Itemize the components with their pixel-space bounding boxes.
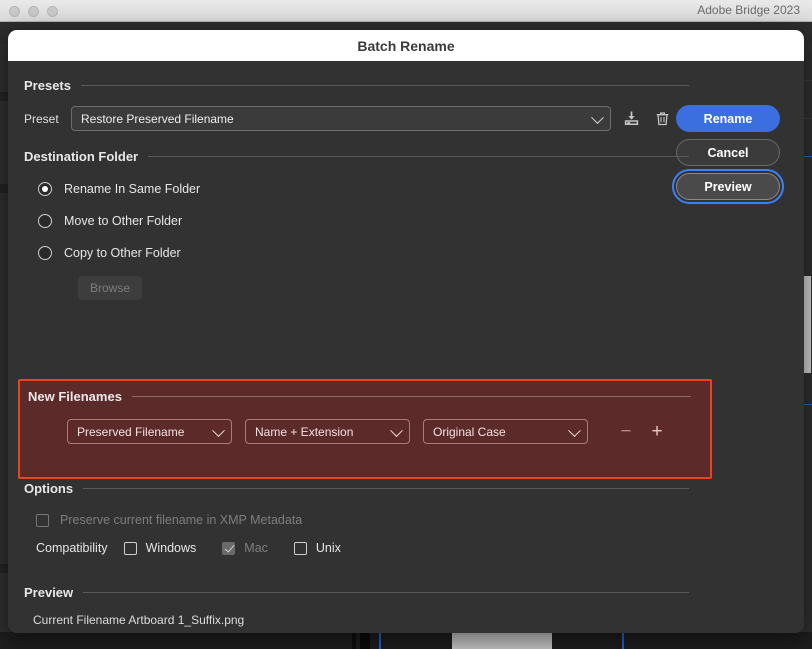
presets-heading: Presets bbox=[24, 78, 689, 93]
destination-heading: Destination Folder bbox=[24, 149, 689, 164]
compatibility-mac[interactable]: Mac bbox=[222, 541, 268, 555]
remove-token-button[interactable]: − bbox=[617, 422, 635, 441]
background-left-rail bbox=[0, 44, 8, 632]
background-left-tick bbox=[0, 564, 8, 573]
filename-token-type-select[interactable]: Preserved Filename bbox=[67, 419, 232, 444]
compatibility-unix[interactable]: Unix bbox=[293, 541, 341, 555]
filename-token-case-value: Original Case bbox=[433, 424, 506, 439]
minimize-icon[interactable] bbox=[28, 6, 39, 17]
options-heading-label: Options bbox=[24, 481, 74, 496]
os-window: Adobe Bridge 2023 Batch Rename Presets P… bbox=[0, 0, 812, 649]
preset-row: Preset Restore Preserved Filename bbox=[24, 106, 689, 131]
filmstrip-divider bbox=[352, 632, 356, 649]
os-titlebar: Adobe Bridge 2023 bbox=[0, 0, 812, 22]
preset-select-value: Restore Preserved Filename bbox=[81, 111, 234, 126]
chevron-down-icon bbox=[591, 110, 604, 124]
section-rule bbox=[80, 85, 689, 86]
maximize-icon[interactable] bbox=[47, 6, 58, 17]
background-left-tick bbox=[0, 92, 8, 101]
traffic-lights bbox=[9, 6, 58, 17]
filename-token-case-select[interactable]: Original Case bbox=[423, 419, 588, 444]
background-left-tick bbox=[0, 184, 8, 193]
radio-icon-selected[interactable] bbox=[38, 182, 52, 196]
filmstrip-selection-edge bbox=[622, 632, 624, 649]
filmstrip-selection-edge bbox=[379, 632, 381, 649]
mac-checkbox[interactable] bbox=[222, 541, 236, 555]
save-preset-icon[interactable] bbox=[620, 108, 642, 130]
filename-token-scope-value: Name + Extension bbox=[255, 424, 354, 439]
windows-label: Windows bbox=[145, 541, 197, 555]
dialog-titlebar: Batch Rename bbox=[8, 30, 804, 61]
rename-button[interactable]: Rename bbox=[676, 105, 780, 132]
presets-section: Presets Preset Restore Preserved Filenam… bbox=[24, 78, 689, 131]
radio-icon[interactable] bbox=[38, 246, 52, 260]
browse-button[interactable]: Browse bbox=[78, 276, 142, 300]
destination-heading-label: Destination Folder bbox=[24, 149, 139, 164]
filmstrip-thumbnail[interactable] bbox=[452, 633, 552, 649]
new-filenames-heading-label: New Filenames bbox=[28, 389, 122, 404]
radio-label: Rename In Same Folder bbox=[64, 182, 201, 196]
preview-heading-label: Preview bbox=[24, 585, 74, 600]
close-icon[interactable] bbox=[9, 6, 20, 17]
preset-label: Preset bbox=[24, 111, 59, 126]
new-filenames-inner: New Filenames Preserved Filename Name + … bbox=[28, 389, 691, 444]
compatibility-windows[interactable]: Windows bbox=[123, 541, 197, 555]
filename-token-type-value: Preserved Filename bbox=[77, 424, 185, 439]
preserve-filename-label: Preserve current filename in XMP Metadat… bbox=[60, 513, 303, 527]
radio-label: Copy to Other Folder bbox=[64, 246, 181, 260]
background-filmstrip bbox=[0, 632, 812, 649]
new-filename-rule-row: Preserved Filename Name + Extension Orig… bbox=[67, 419, 691, 444]
unix-checkbox[interactable] bbox=[293, 541, 307, 555]
options-section: Options Preserve current filename in XMP… bbox=[24, 481, 689, 555]
compatibility-row: Compatibility Windows Mac Unix bbox=[36, 541, 689, 555]
preview-current-filename: Current Filename Artboard 1_Suffix.png bbox=[33, 613, 245, 627]
dialog-actions: Rename Cancel Preview bbox=[672, 105, 784, 207]
radio-rename-in-same-folder[interactable]: Rename In Same Folder bbox=[24, 182, 689, 196]
app-title: Adobe Bridge 2023 bbox=[697, 3, 800, 17]
radio-label: Move to Other Folder bbox=[64, 214, 183, 228]
windows-checkbox[interactable] bbox=[123, 541, 137, 555]
mac-label: Mac bbox=[244, 541, 268, 555]
dialog-title: Batch Rename bbox=[357, 37, 455, 54]
radio-copy-to-other-folder[interactable]: Copy to Other Folder bbox=[24, 246, 689, 260]
options-heading: Options bbox=[24, 481, 689, 496]
preset-select[interactable]: Restore Preserved Filename bbox=[71, 106, 611, 131]
compatibility-label: Compatibility bbox=[36, 541, 108, 555]
section-rule bbox=[83, 592, 689, 593]
trash-icon[interactable] bbox=[651, 108, 673, 130]
section-rule bbox=[83, 488, 689, 489]
section-rule bbox=[148, 156, 689, 157]
preserve-filename-checkbox[interactable] bbox=[36, 513, 49, 527]
dialog-body: Presets Preset Restore Preserved Filenam… bbox=[8, 61, 804, 633]
filename-token-scope-select[interactable]: Name + Extension bbox=[245, 419, 410, 444]
new-filenames-heading: New Filenames bbox=[28, 389, 691, 404]
filmstrip-divider bbox=[360, 632, 370, 649]
preview-heading: Preview bbox=[24, 585, 689, 600]
batch-rename-dialog: Batch Rename Presets Preset Restore Pres… bbox=[8, 30, 804, 633]
chevron-down-icon bbox=[390, 423, 403, 437]
add-token-button[interactable]: + bbox=[648, 422, 666, 441]
section-rule bbox=[131, 396, 691, 397]
new-filenames-section: New Filenames Preserved Filename Name + … bbox=[18, 379, 712, 479]
chevron-down-icon bbox=[212, 423, 225, 437]
radio-move-to-other-folder[interactable]: Move to Other Folder bbox=[24, 214, 689, 228]
chevron-down-icon bbox=[568, 423, 581, 437]
destination-folder-section: Destination Folder Rename In Same Folder… bbox=[24, 149, 689, 300]
preview-section: Preview Current Filename Artboard 1_Suff… bbox=[24, 585, 689, 633]
cancel-button[interactable]: Cancel bbox=[676, 139, 780, 166]
preview-button[interactable]: Preview bbox=[672, 169, 784, 204]
presets-heading-label: Presets bbox=[24, 78, 71, 93]
radio-icon[interactable] bbox=[38, 214, 52, 228]
unix-label: Unix bbox=[315, 541, 341, 555]
preserve-filename-row[interactable]: Preserve current filename in XMP Metadat… bbox=[36, 513, 689, 527]
